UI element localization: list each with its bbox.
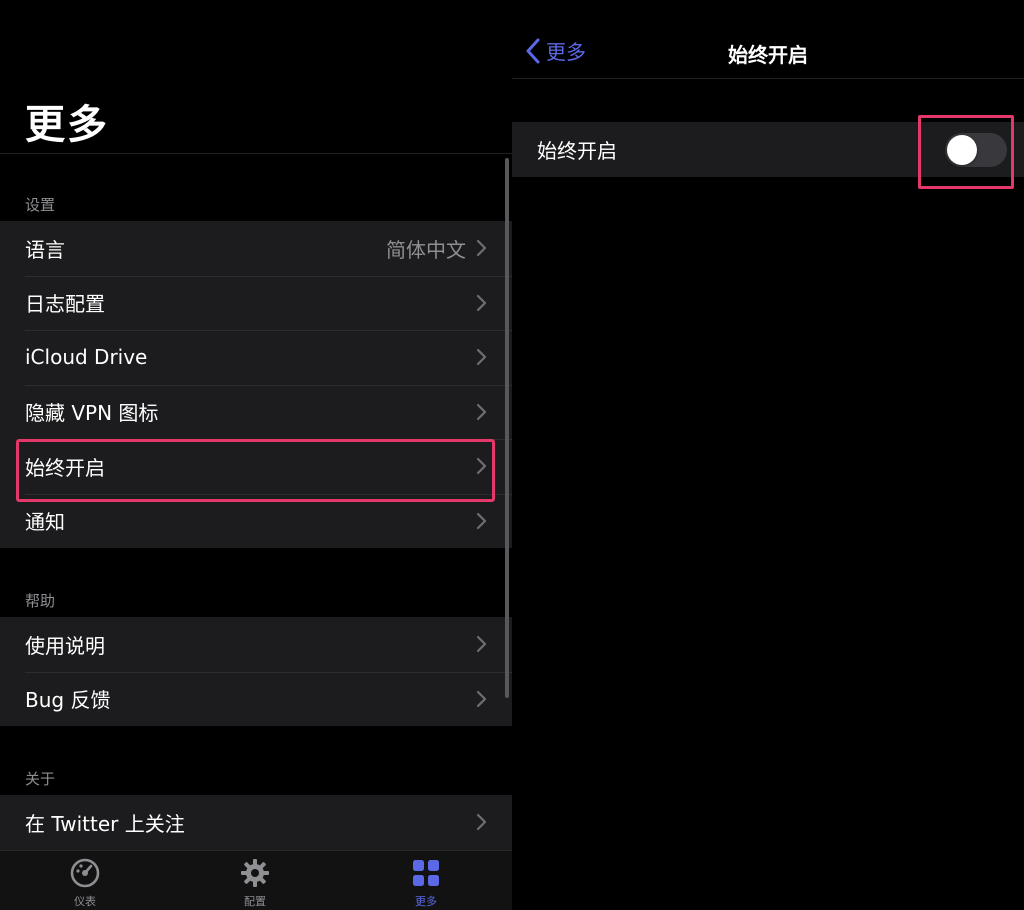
tab-bar: 仪表 配置 更多 [0, 850, 512, 910]
row-icloud-drive[interactable]: iCloud Drive [0, 330, 512, 385]
row-user-guide[interactable]: 使用说明 [0, 617, 512, 672]
always-on-row: 始终开启 [512, 122, 1024, 177]
chevron-right-icon [476, 403, 488, 421]
chevron-right-icon [476, 690, 488, 708]
section-header-help: 帮助 [25, 592, 56, 610]
tab-label: 仪表 [74, 895, 96, 908]
row-hide-vpn-icon[interactable]: 隐藏 VPN 图标 [0, 384, 512, 440]
tab-label: 配置 [244, 895, 266, 908]
chevron-right-icon [476, 457, 488, 475]
chevron-right-icon [476, 512, 488, 530]
row-label: 隐藏 VPN 图标 [25, 401, 159, 426]
page-title: 更多 [25, 102, 109, 148]
row-label: 始终开启 [537, 139, 617, 163]
section-header-settings: 设置 [25, 196, 56, 214]
row-label: 使用说明 [25, 633, 105, 658]
gear-icon [241, 859, 269, 887]
row-bug-feedback[interactable]: Bug 反馈 [0, 671, 512, 727]
navigation-bar: 更多 始终开启 [512, 0, 1024, 79]
row-follow-twitter[interactable]: 在 Twitter 上关注 [0, 795, 512, 850]
section-header-about: 关于 [25, 770, 56, 788]
row-label: 始终开启 [25, 455, 105, 480]
nav-title: 始终开启 [728, 43, 808, 67]
toggle-knob [947, 135, 977, 165]
row-label: 语言 [25, 237, 65, 262]
more-pane: 更多 设置 语言 简体中文 日志配置 iCloud Drive 隐藏 VPN 图… [0, 0, 512, 910]
row-language[interactable]: 语言 简体中文 [0, 221, 512, 276]
about-group: 在 Twitter 上关注 [0, 795, 512, 850]
always-on-toggle[interactable] [945, 133, 1007, 167]
tab-more[interactable]: 更多 [381, 857, 471, 909]
always-on-pane: 更多 始终开启 始终开启 [512, 0, 1024, 910]
tab-label: 更多 [415, 895, 437, 908]
row-always-on[interactable]: 始终开启 [0, 439, 512, 494]
tab-config[interactable]: 配置 [210, 857, 300, 909]
row-label: 日志配置 [25, 292, 105, 317]
chevron-right-icon [476, 813, 488, 831]
chevron-right-icon [476, 294, 488, 312]
row-log-config[interactable]: 日志配置 [0, 275, 512, 331]
chevron-right-icon [476, 239, 488, 257]
row-notifications[interactable]: 通知 [0, 493, 512, 549]
chevron-right-icon [476, 348, 488, 366]
row-label: Bug 反馈 [25, 688, 111, 713]
chevron-right-icon [476, 635, 488, 653]
settings-group: 语言 简体中文 日志配置 iCloud Drive 隐藏 VPN 图标 始终开启… [0, 221, 512, 548]
language-value: 简体中文 [386, 237, 466, 262]
dashboard-icon [70, 858, 100, 888]
row-label: 通知 [25, 510, 65, 535]
row-label: 在 Twitter 上关注 [25, 811, 185, 836]
grid-icon [413, 860, 439, 886]
tab-dashboard[interactable]: 仪表 [40, 857, 130, 909]
row-label: iCloud Drive [25, 345, 148, 370]
help-group: 使用说明 Bug 反馈 [0, 617, 512, 726]
title-divider [0, 153, 512, 154]
scrollbar[interactable] [505, 158, 509, 698]
